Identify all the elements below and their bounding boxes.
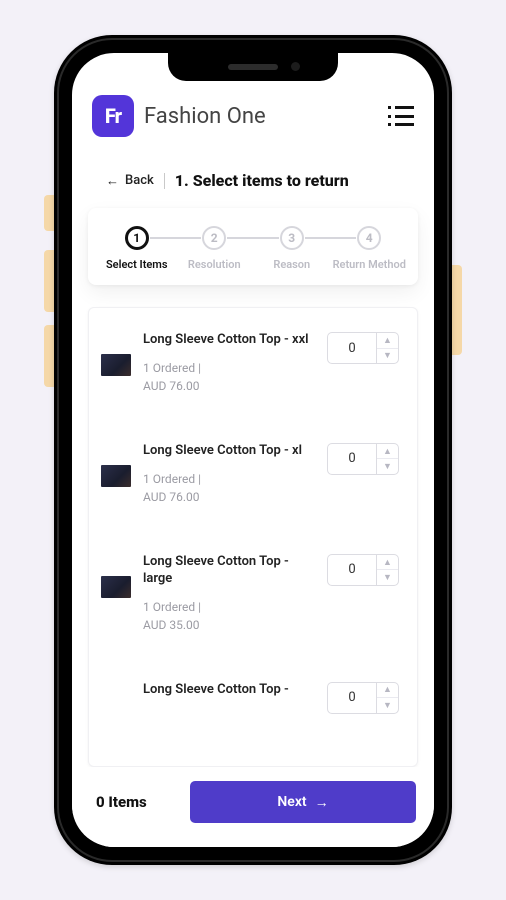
item-row: Long Sleeve Cotton Top - xxl 1 Ordered |…: [89, 308, 417, 419]
divider: [164, 173, 165, 189]
step-label: Reason: [273, 258, 310, 271]
quantity-up-button[interactable]: ▲: [377, 555, 398, 570]
phone-volume-up: [44, 250, 54, 312]
item-info: Long Sleeve Cotton Top - large 1 Ordered…: [143, 554, 315, 634]
quantity-stepper: 0 ▲ ▼: [327, 332, 399, 364]
step-number: 4: [357, 226, 381, 250]
phone-frame: Fr Fashion One ← Back 1. Select items to…: [54, 35, 452, 865]
quantity-stepper: 0 ▲ ▼: [327, 443, 399, 475]
step-number: 2: [202, 226, 226, 250]
step-label: Select Items: [106, 258, 168, 271]
quantity-down-button[interactable]: ▼: [377, 569, 398, 585]
quantity-up-button[interactable]: ▲: [377, 444, 398, 459]
chevron-up-icon: ▲: [383, 684, 392, 695]
quantity-up-button[interactable]: ▲: [377, 683, 398, 698]
product-thumbnail[interactable]: [101, 354, 131, 376]
quantity-up-button[interactable]: ▲: [377, 333, 398, 348]
phone-power-button: [452, 265, 462, 355]
phone-screen: Fr Fashion One ← Back 1. Select items to…: [72, 53, 434, 847]
quantity-stepper: 0 ▲ ▼: [327, 554, 399, 586]
next-button[interactable]: Next →: [190, 781, 416, 823]
chevron-down-icon: ▼: [383, 700, 392, 711]
quantity-down-button[interactable]: ▼: [377, 348, 398, 364]
chevron-up-icon: ▲: [383, 335, 392, 346]
step-label: Return Method: [333, 258, 406, 271]
next-label: Next: [277, 794, 306, 810]
chevron-down-icon: ▼: [383, 572, 392, 583]
back-button[interactable]: ← Back: [106, 173, 154, 189]
step-return-method[interactable]: 4 Return Method: [331, 226, 409, 271]
quantity-value: 0: [328, 444, 376, 474]
content-area: ← Back 1. Select items to return 1 Selec…: [72, 149, 434, 767]
quantity-value: 0: [328, 555, 376, 585]
quantity-down-button[interactable]: ▼: [377, 458, 398, 474]
item-info: Long Sleeve Cotton Top -: [143, 682, 315, 699]
product-thumbnail[interactable]: [101, 576, 131, 598]
quantity-down-button[interactable]: ▼: [377, 697, 398, 713]
item-name: Long Sleeve Cotton Top - xl: [143, 443, 315, 460]
item-meta: 1 Ordered | AUD 76.00: [143, 470, 315, 506]
phone-silent-switch: [44, 195, 54, 231]
item-info: Long Sleeve Cotton Top - xl 1 Ordered | …: [143, 443, 315, 506]
page-title: 1. Select items to return: [175, 171, 349, 190]
step-number: 1: [125, 226, 149, 250]
step-number: 3: [280, 226, 304, 250]
step-reason[interactable]: 3 Reason: [253, 226, 331, 271]
stepper: 1 Select Items 2 Resolution 3 Reason 4 R…: [88, 208, 418, 285]
step-label: Resolution: [188, 258, 241, 271]
phone-notch: [168, 53, 338, 81]
footer-bar: 0 Items Next →: [72, 767, 434, 847]
item-name: Long Sleeve Cotton Top - large: [143, 554, 315, 588]
item-meta: 1 Ordered | AUD 76.00: [143, 359, 315, 395]
selected-count: 0 Items: [96, 793, 176, 811]
quantity-value: 0: [328, 683, 376, 713]
item-row: Long Sleeve Cotton Top - xl 1 Ordered | …: [89, 419, 417, 530]
chevron-down-icon: ▼: [383, 350, 392, 361]
chevron-up-icon: ▲: [383, 446, 392, 457]
arrow-right-icon: →: [315, 794, 329, 811]
item-row: Long Sleeve Cotton Top - large 1 Ordered…: [89, 530, 417, 658]
item-name: Long Sleeve Cotton Top - xxl: [143, 332, 315, 349]
chevron-up-icon: ▲: [383, 557, 392, 568]
product-thumbnail[interactable]: [101, 465, 131, 487]
app-logo[interactable]: Fr: [92, 95, 134, 137]
menu-icon[interactable]: [388, 106, 414, 126]
chevron-down-icon: ▼: [383, 461, 392, 472]
item-row: Long Sleeve Cotton Top - 0 ▲ ▼: [89, 658, 417, 726]
quantity-value: 0: [328, 333, 376, 363]
app-title: Fashion One: [144, 104, 378, 129]
title-row: ← Back 1. Select items to return: [72, 149, 434, 204]
step-select-items[interactable]: 1 Select Items: [98, 226, 176, 271]
items-list[interactable]: Long Sleeve Cotton Top - xxl 1 Ordered |…: [88, 307, 418, 767]
arrow-left-icon: ←: [106, 173, 119, 189]
quantity-stepper: 0 ▲ ▼: [327, 682, 399, 714]
item-info: Long Sleeve Cotton Top - xxl 1 Ordered |…: [143, 332, 315, 395]
step-resolution[interactable]: 2 Resolution: [176, 226, 254, 271]
back-label: Back: [125, 173, 154, 188]
phone-volume-down: [44, 325, 54, 387]
item-name: Long Sleeve Cotton Top -: [143, 682, 315, 699]
item-meta: 1 Ordered | AUD 35.00: [143, 598, 315, 634]
